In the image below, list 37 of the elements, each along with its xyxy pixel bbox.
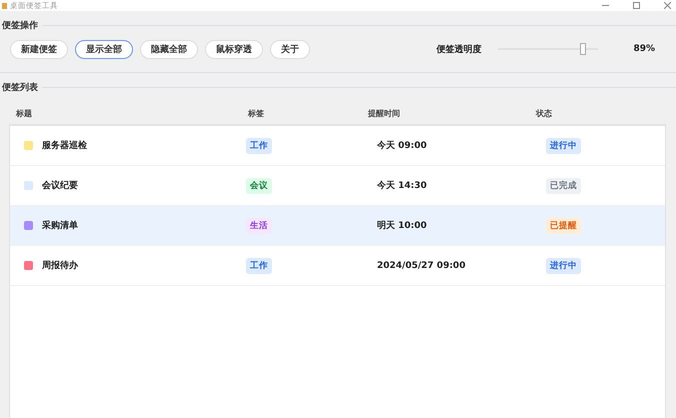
maximize-icon[interactable] (633, 2, 640, 9)
section-title: 便签列表 (0, 81, 38, 94)
action-button[interactable]: 隐藏全部 (140, 40, 198, 58)
note-title: 采购清单 (42, 219, 78, 232)
column-header: 提醒时间 (368, 108, 400, 118)
action-button[interactable]: 新建便签 (10, 40, 68, 58)
reminder-time: 明天 10:00 (377, 221, 427, 231)
note-title: 会议纪要 (42, 179, 78, 192)
note-title: 周报待办 (42, 259, 78, 272)
opacity-value: 89% (633, 44, 655, 54)
note-row[interactable]: 采购清单 生活 明天 10:00 已提醒 (10, 206, 665, 246)
section-title: 便签操作 (0, 20, 38, 32)
action-button[interactable]: 关于 (270, 40, 310, 58)
reminder-time: 今天 14:30 (377, 181, 427, 191)
column-header: 状态 (536, 108, 552, 118)
action-button[interactable]: 显示全部 (75, 40, 133, 58)
tag-badge: 工作 (246, 138, 272, 154)
close-icon[interactable] (664, 2, 671, 9)
note-title: 服务器巡检 (42, 140, 87, 152)
column-header: 标签 (248, 108, 264, 118)
status-badge: 已提醒 (546, 218, 581, 234)
action-button[interactable]: 鼠标穿透 (205, 40, 263, 58)
reminder-time: 今天 09:00 (377, 141, 427, 151)
status-badge: 进行中 (546, 138, 581, 154)
tag-badge: 会议 (246, 178, 272, 194)
minimize-icon[interactable] (602, 2, 609, 9)
app-icon (2, 2, 7, 8)
tag-badge: 工作 (246, 258, 272, 274)
column-header: 标题 (16, 108, 32, 118)
status-badge: 进行中 (546, 258, 581, 274)
status-badge: 已完成 (546, 178, 581, 194)
note-row[interactable]: 服务器巡检 工作 今天 09:00 进行中 (10, 126, 665, 166)
slider-thumb[interactable] (580, 43, 586, 55)
tag-badge: 生活 (246, 218, 272, 234)
reminder-time: 2024/05/27 09:00 (377, 260, 466, 270)
opacity-label: 便签透明度 (436, 43, 482, 56)
note-row[interactable]: 周报待办 工作 2024/05/27 09:00 进行中 (10, 246, 665, 286)
